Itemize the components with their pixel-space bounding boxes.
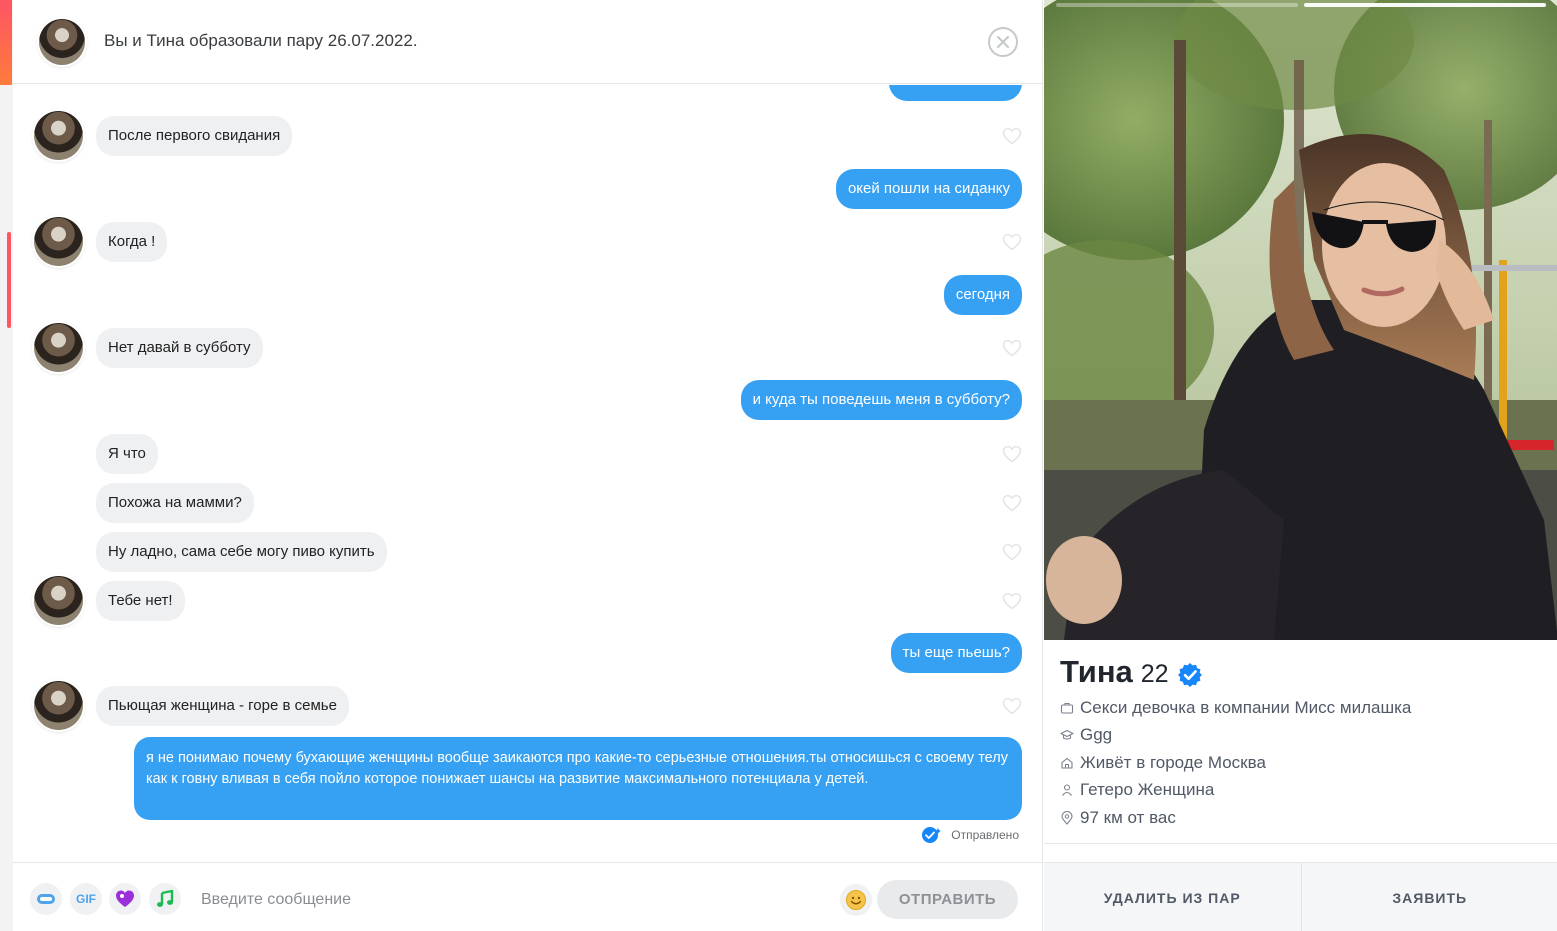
profile-name-line: Тина 22 xyxy=(1060,654,1540,694)
match-date-text: Вы и Тина образовали пару 26.07.2022. xyxy=(104,31,418,50)
message-row: Нет давай в субботу xyxy=(13,323,1042,372)
profile-job: Секси девочка в компании Мисс милашка xyxy=(1060,694,1540,722)
close-icon xyxy=(996,35,1010,49)
message-row: Ну ладно, сама себе могу пиво купить xyxy=(13,529,1042,573)
report-button[interactable]: ЗАЯВИТЬ xyxy=(1300,863,1557,931)
delivery-status: Отправлено xyxy=(921,826,1019,844)
incoming-message[interactable]: После первого свидания xyxy=(96,116,293,156)
photo-pagination xyxy=(1056,3,1546,7)
profile-school: Ggg xyxy=(1060,722,1540,750)
message-row: Тебе нет! xyxy=(13,576,1042,625)
sender-avatar[interactable] xyxy=(34,681,83,730)
message-row: окей пошли на сиданку xyxy=(13,166,1042,210)
emoji-button[interactable] xyxy=(840,884,872,916)
bitmoji-icon xyxy=(37,894,55,904)
profile-photo[interactable] xyxy=(1044,0,1557,640)
left-sidebar-strip xyxy=(0,0,13,931)
photo-indicator[interactable] xyxy=(1056,3,1298,7)
profile-panel: Тина 22 Секси девочка в компании Мисс ми… xyxy=(1042,0,1557,931)
message-input[interactable] xyxy=(201,885,821,915)
outgoing-message[interactable]: и куда ты поведешь меня в субботу? xyxy=(740,380,1022,420)
sticker-button[interactable] xyxy=(30,883,62,915)
heart-icon[interactable] xyxy=(1002,697,1022,715)
incoming-message[interactable]: Когда ! xyxy=(96,222,168,262)
location-pin-icon xyxy=(1061,810,1073,825)
heart-icon[interactable] xyxy=(1002,494,1022,512)
sent-status-label: Отправлено xyxy=(951,828,1019,842)
briefcase-icon xyxy=(1060,702,1074,714)
message-row: ты еще пьешь? xyxy=(13,630,1042,674)
profile-school-text: Ggg xyxy=(1080,725,1113,745)
unmatch-button[interactable]: УДАЛИТЬ ИЗ ПАР xyxy=(1044,863,1301,931)
profile-name: Тина xyxy=(1060,654,1133,689)
smiley-icon xyxy=(846,890,866,910)
graduation-cap-icon xyxy=(1060,730,1074,740)
sent-check-icon xyxy=(922,827,942,843)
outgoing-message[interactable]: окей пошли на сиданку xyxy=(835,169,1022,209)
profile-divider xyxy=(1044,843,1557,844)
incoming-message[interactable]: Ну ладно, сама себе могу пиво купить xyxy=(96,532,387,572)
message-row: Пьющая женщина - горе в семье xyxy=(13,681,1042,730)
heart-icon[interactable] xyxy=(1002,233,1022,251)
sender-avatar[interactable] xyxy=(34,111,83,160)
message-row: сегодня xyxy=(13,272,1042,316)
message-row: После первого свидания xyxy=(13,111,1042,160)
verified-badge-icon[interactable] xyxy=(1177,662,1203,688)
message-row: Я что xyxy=(13,431,1042,475)
profile-city-text: Живёт в городе Москва xyxy=(1080,752,1266,772)
sticker-pack-button[interactable] xyxy=(109,883,141,915)
incoming-message[interactable]: Нет давай в субботу xyxy=(96,328,263,368)
profile-photo-image xyxy=(1044,0,1557,640)
outgoing-message-long[interactable]: я не понимаю почему бухающие женщины воо… xyxy=(134,737,1022,820)
heart-icon[interactable] xyxy=(1002,445,1022,463)
house-icon xyxy=(1061,757,1073,769)
message-list[interactable]: После первого свидания окей пошли на сид… xyxy=(13,85,1042,862)
profile-orientation: Гетеро Женщина xyxy=(1060,777,1540,805)
send-button[interactable]: ОТПРАВИТЬ xyxy=(877,880,1018,919)
sender-avatar[interactable] xyxy=(34,323,83,372)
close-chat-button[interactable] xyxy=(988,27,1018,57)
message-row: Когда ! xyxy=(13,217,1042,266)
heart-icon[interactable] xyxy=(1002,592,1022,610)
brand-accent-bar xyxy=(0,0,12,85)
sender-avatar[interactable] xyxy=(34,217,83,266)
message-row: Похожа на мамми? xyxy=(13,480,1042,524)
profile-info: Тина 22 Секси девочка в компании Мисс ми… xyxy=(1060,654,1540,832)
person-icon xyxy=(1062,784,1072,797)
profile-distance-text: 97 км от вас xyxy=(1080,807,1176,827)
message-bubble-cut xyxy=(889,85,1022,101)
profile-actions: УДАЛИТЬ ИЗ ПАР ЗАЯВИТЬ xyxy=(1044,862,1557,931)
message-composer: GIF Введите сообщение ОТПРАВИТЬ xyxy=(13,862,1042,931)
active-conversation-marker xyxy=(7,232,11,328)
profile-orientation-text: Гетеро Женщина xyxy=(1080,780,1215,800)
outgoing-message[interactable]: ты еще пьешь? xyxy=(890,633,1022,673)
music-note-icon xyxy=(157,889,174,907)
photo-indicator-active[interactable] xyxy=(1304,3,1546,7)
incoming-message[interactable]: Похожа на мамми? xyxy=(96,483,254,523)
gif-button[interactable]: GIF xyxy=(70,883,102,915)
match-avatar[interactable] xyxy=(39,19,85,65)
profile-distance: 97 км от вас xyxy=(1060,804,1540,832)
message-row: и куда ты поведешь меня в субботу? xyxy=(13,377,1042,421)
sender-avatar[interactable] xyxy=(34,576,83,625)
music-button[interactable] xyxy=(149,883,181,915)
sticker-heart-icon xyxy=(116,890,134,907)
gif-label: GIF xyxy=(76,892,96,906)
heart-icon[interactable] xyxy=(1002,543,1022,561)
profile-job-text: Секси девочка в компании Мисс милашка xyxy=(1080,697,1412,717)
chat-header: Вы и Тина образовали пару 26.07.2022. xyxy=(13,0,1042,84)
heart-icon[interactable] xyxy=(1002,339,1022,357)
incoming-message[interactable]: Пьющая женщина - горе в семье xyxy=(96,686,349,726)
profile-city: Живёт в городе Москва xyxy=(1060,749,1540,777)
heart-icon[interactable] xyxy=(1002,127,1022,145)
profile-age: 22 xyxy=(1140,660,1169,688)
chat-panel: Вы и Тина образовали пару 26.07.2022. По… xyxy=(13,0,1042,931)
incoming-message[interactable]: Тебе нет! xyxy=(96,581,185,621)
incoming-message[interactable]: Я что xyxy=(96,434,158,474)
outgoing-message[interactable]: сегодня xyxy=(943,275,1022,315)
